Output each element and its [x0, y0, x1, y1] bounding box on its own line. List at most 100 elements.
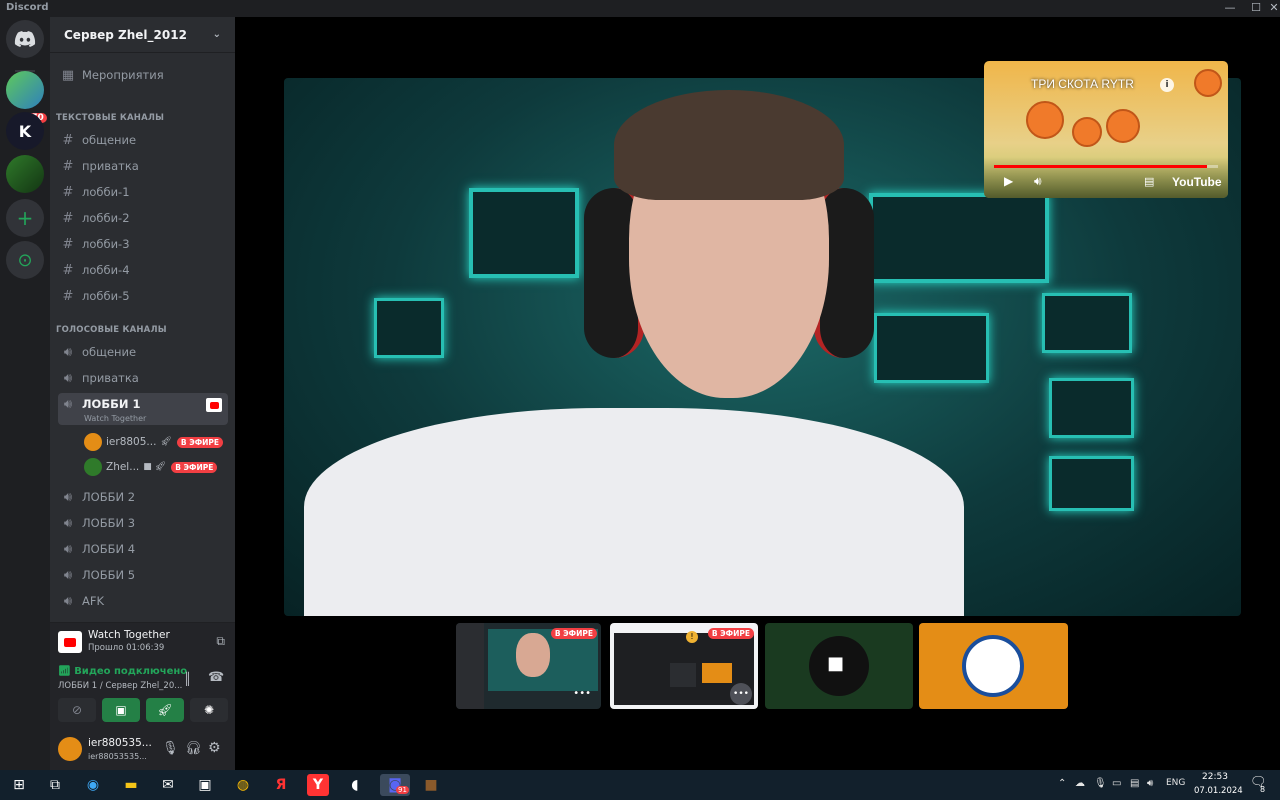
server-icon-k[interactable]: K [6, 112, 44, 150]
camera-off-icon: ⊘ [71, 703, 83, 717]
server-header[interactable]: Сервер Zhel_2012 ⌄ [50, 17, 235, 53]
task-view-icon[interactable]: ⧉ [44, 774, 66, 796]
calendar-icon: ▦ [61, 67, 75, 83]
voice-location[interactable]: ЛОББИ 1 / Сервер Zhel_20... [58, 681, 182, 691]
battery-icon[interactable]: ▭ [1112, 778, 1121, 789]
headphones-icon[interactable]: 🎧︎ [185, 741, 202, 756]
captions-icon[interactable]: ▤ [1144, 175, 1154, 188]
youtube-logo[interactable]: YouTube [1172, 175, 1222, 189]
user-panel: ier880535... ier88053535... 🎙︎ 🎧︎ ⚙︎ [50, 732, 235, 770]
volume-icon[interactable]: 🔊︎ [1034, 174, 1042, 189]
soundboard-button[interactable]: ✺ [190, 698, 228, 722]
channel-lobbi-5[interactable]: # лобби-5 [58, 284, 228, 308]
activity-panel: Watch Together Прошло 01:06:39 ⧉ [50, 622, 235, 660]
voice-privatka[interactable]: 🔊︎ приватка [58, 366, 228, 390]
mail-icon[interactable]: ✉ [157, 774, 179, 796]
background-monitor [1049, 378, 1134, 438]
chevron-down-icon: ⌄ [212, 29, 221, 40]
hash-icon: # [62, 262, 74, 278]
server-icon-zhel[interactable] [6, 155, 44, 193]
channel-lobbi-2[interactable]: # лобби-2 [58, 206, 228, 230]
minimize-button[interactable]: — [1218, 1, 1242, 14]
activity-button[interactable]: 🚀︎ [146, 698, 184, 722]
language-indicator[interactable]: ENG [1166, 778, 1185, 788]
thumb-stream-2[interactable]: ! В ЭФИРЕ ••• [610, 623, 758, 709]
popout-icon[interactable]: ⧉ [216, 634, 225, 649]
channel-label: лобби-1 [82, 185, 130, 199]
text-category[interactable]: ТЕКСТОВЫЕ КАНАЛЫ [56, 113, 164, 123]
yandex-icon[interactable]: Я [270, 774, 292, 796]
disconnect-icon[interactable]: ☎︎ [208, 670, 224, 685]
gear-icon[interactable]: ⚙︎ [208, 740, 221, 756]
channel-lobbi-3[interactable]: # лобби-3 [58, 232, 228, 256]
channel-label: ЛОББИ 5 [82, 568, 136, 582]
channel-lobbi-1[interactable]: # лобби-1 [58, 180, 228, 204]
tray-chevron-icon[interactable]: ⌃ [1058, 778, 1066, 789]
store-icon[interactable]: ▣ [194, 774, 216, 796]
progress-track[interactable] [994, 165, 1218, 168]
youtube-overlay[interactable]: ТРИ СКОТА RYTR i ▶ 🔊︎ ▤ YouTube [984, 61, 1228, 198]
thumb-face-tile [670, 663, 696, 687]
voice-lobbi-4[interactable]: 🔊︎ ЛОББИ 4 [58, 537, 228, 561]
thumb-orange-user[interactable] [919, 623, 1068, 709]
microphone-icon[interactable]: 🎙︎ [162, 741, 179, 756]
voice-obshenie[interactable]: 🔊︎ общение [58, 340, 228, 364]
channel-label: ЛОББИ 2 [82, 490, 136, 504]
thumb-camera-user[interactable]: ■ [765, 623, 913, 709]
explore-icon[interactable]: ⊙ [6, 241, 44, 279]
clock-time[interactable]: 22:53 [1202, 772, 1228, 782]
channel-label: общение [82, 133, 137, 147]
background-monitor [469, 188, 579, 278]
edge-icon[interactable]: ◉ [82, 774, 104, 796]
volume-tray-icon[interactable]: 🔊︎ [1147, 778, 1153, 789]
close-button[interactable]: ✕ [1262, 1, 1280, 14]
more-icon[interactable]: ••• [573, 688, 591, 699]
voice-afk[interactable]: 🔊︎ AFK [58, 589, 228, 613]
participant-2[interactable]: Zhel... ■ 🚀︎ В ЭФИРЕ [84, 456, 218, 478]
participant-1[interactable]: ier8805... 🚀︎ В ЭФИРЕ [84, 431, 224, 453]
chrome-icon[interactable]: ◍ [232, 774, 254, 796]
yandex-browser-icon[interactable]: Y [307, 774, 329, 796]
soundboard-icon: ✺ [203, 703, 215, 717]
mic-tray-icon[interactable]: 🎙︎ [1094, 778, 1107, 789]
cloud-icon[interactable]: ☁ [1075, 778, 1085, 789]
events-item[interactable]: ▦ Мероприятия [58, 63, 228, 87]
camera-off-button[interactable]: ⊘ [58, 698, 96, 722]
screen-share-button[interactable]: ▣ [102, 698, 140, 722]
cartoon-cat [1026, 101, 1064, 139]
channel-lobbi-4[interactable]: # лобби-4 [58, 258, 228, 282]
user-avatar [962, 635, 1024, 697]
background-monitor [869, 193, 1049, 283]
thumb-sidebar [456, 623, 484, 709]
user-tag: ier88053535... [88, 752, 147, 761]
channel-privatka[interactable]: # приватка [58, 154, 228, 178]
mouse-app-icon[interactable]: ◖ [344, 774, 366, 796]
voice-category[interactable]: ГОЛОСОВЫЕ КАНАЛЫ [56, 325, 167, 335]
channel-activity: Watch Together [84, 414, 147, 423]
network-icon[interactable]: ▤ [1130, 778, 1139, 789]
avatar[interactable] [58, 737, 82, 761]
voice-lobbi-5[interactable]: 🔊︎ ЛОББИ 5 [58, 563, 228, 587]
video-title[interactable]: ТРИ СКОТА RYTR [1031, 77, 1134, 91]
file-explorer-icon[interactable]: ▬ [120, 774, 142, 796]
live-badge: В ЭФИРЕ [171, 461, 218, 473]
avatar [84, 458, 102, 476]
home-button[interactable] [6, 20, 44, 58]
voice-lobbi-2[interactable]: 🔊︎ ЛОББИ 2 [58, 485, 228, 509]
start-icon[interactable]: ⊞ [8, 774, 30, 796]
thumb-face [516, 633, 550, 677]
info-icon[interactable]: i [1160, 78, 1174, 92]
voice-status[interactable]: 📶︎ Видео подключено [58, 666, 187, 677]
clock-date[interactable]: 07.01.2024 [1194, 786, 1243, 796]
thumb-stream-1[interactable]: В ЭФИРЕ ••• [456, 623, 601, 709]
minecraft-icon[interactable]: ■ [420, 774, 442, 796]
voice-lobbi-3[interactable]: 🔊︎ ЛОББИ 3 [58, 511, 228, 535]
server-icon-1[interactable] [6, 71, 44, 109]
watch-together-icon[interactable] [206, 398, 222, 412]
noise-suppression-icon[interactable]: ║ [184, 672, 191, 686]
signal-icon: 📶︎ [58, 666, 75, 677]
more-icon[interactable]: ••• [730, 683, 752, 705]
add-server-icon[interactable]: + [6, 199, 44, 237]
play-icon[interactable]: ▶ [1004, 174, 1013, 188]
channel-obshenie[interactable]: # общение [58, 128, 228, 152]
